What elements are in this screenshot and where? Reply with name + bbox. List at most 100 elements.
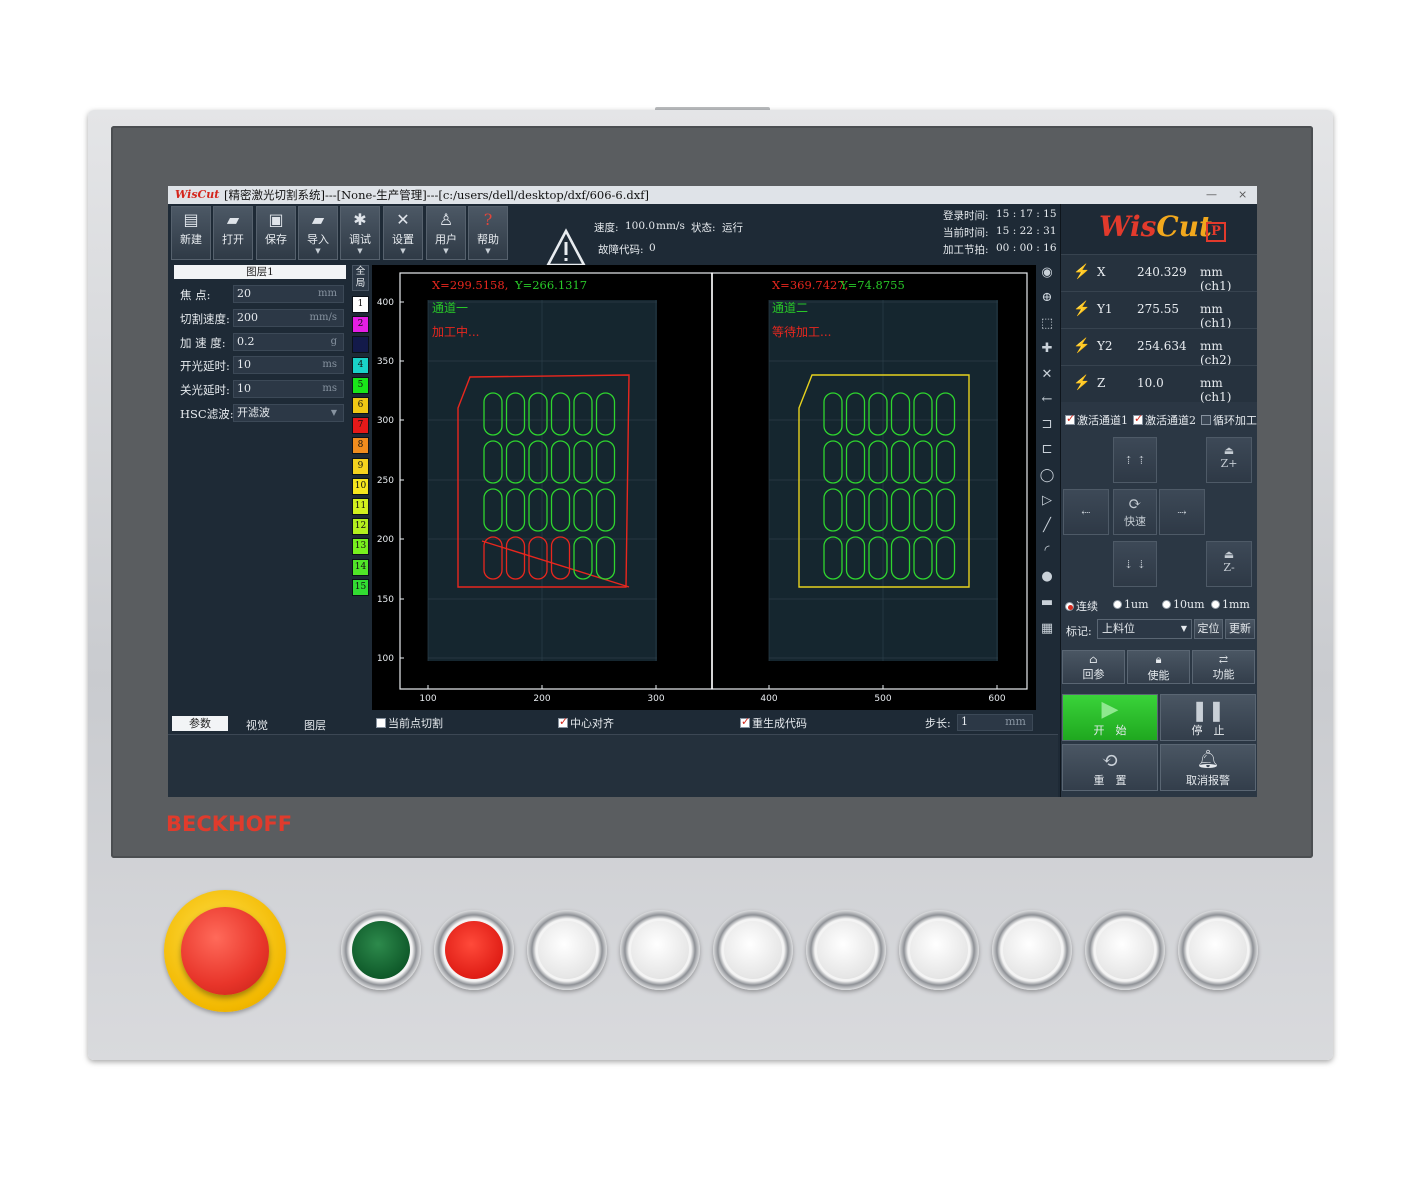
cut-speed-field[interactable]: 200 mm/s <box>233 309 344 327</box>
loop-process-checkbox[interactable]: 循环加工 <box>1201 412 1257 428</box>
settings-button[interactable]: ✕ 设置 ▼ <box>383 206 423 260</box>
mode-1mm-radio[interactable]: 1mm <box>1211 598 1250 611</box>
layer-swatch[interactable]: 4 <box>352 356 369 374</box>
debug-button[interactable]: ✱ 调试 ▼ <box>340 206 380 260</box>
parameter-panel: 图层1 焦 点: 20 mm 切割速度: 200 mm/s 加 速 度: 0.2 g … <box>168 264 350 714</box>
layer-swatch[interactable]: 14 <box>352 558 369 576</box>
layer-swatch[interactable]: 10 <box>352 477 369 495</box>
layer-swatch[interactable]: 9 <box>352 457 369 475</box>
locate-button[interactable]: 定位 <box>1194 619 1223 639</box>
zoom-in-icon[interactable]: ⊕ <box>1038 289 1056 307</box>
tab-layers[interactable]: 图层 <box>304 717 326 733</box>
tab-params[interactable]: 参数 <box>172 716 228 731</box>
layer-swatch[interactable]: 13 <box>352 538 369 556</box>
new-button[interactable]: ▤ 新建 <box>171 206 211 260</box>
left-coord-x: X=299.5158, <box>432 278 508 292</box>
arc-icon[interactable]: ◜ <box>1038 542 1056 560</box>
hardware-white-button-6[interactable] <box>992 910 1072 990</box>
layer-swatch[interactable]: 15 <box>352 578 369 596</box>
open-button[interactable]: ▰ 打开 <box>213 206 253 260</box>
laser-on-delay-field[interactable]: 10 ms <box>233 356 344 374</box>
close-button[interactable]: × <box>1238 186 1247 204</box>
new-file-icon: ▤ <box>183 210 199 229</box>
circle-icon[interactable]: ● <box>1038 568 1056 586</box>
hardware-white-button-5[interactable] <box>899 910 979 990</box>
layer-swatch[interactable]: 6 <box>352 397 369 414</box>
stop-button[interactable]: ❚❚ 停 止 <box>1160 694 1256 741</box>
reset-button[interactable]: ⟲ 重 置 <box>1062 744 1158 791</box>
arrow-left-icon[interactable]: ← <box>1038 391 1056 409</box>
laser-off-delay-field[interactable]: 10 ms <box>233 380 344 398</box>
layer-swatch[interactable]: 1 <box>352 296 369 313</box>
mark-select[interactable]: 上料位 ▼ <box>1097 619 1192 639</box>
tab-vision[interactable]: 视觉 <box>246 717 268 733</box>
right-coord-y: Y=74.8755 <box>839 278 905 292</box>
dropdown-arrow-icon: ▼ <box>485 247 491 255</box>
line-icon[interactable]: ╱ <box>1038 517 1056 535</box>
activate-channel-2-checkbox[interactable]: 激活通道2 <box>1133 412 1196 428</box>
function-button[interactable]: ⇄ 功能 <box>1192 650 1255 684</box>
layer-title: 图层1 <box>174 265 346 279</box>
point-cut-checkbox[interactable]: 当前点切割 <box>376 715 443 731</box>
import-button[interactable]: ▰ 导入 ▼ <box>298 206 338 260</box>
jog-fast-button[interactable]: ⟳ 快速 <box>1113 489 1157 535</box>
play-outline-icon[interactable]: ▷ <box>1038 492 1056 510</box>
acceleration-field[interactable]: 0.2 g <box>233 333 344 351</box>
select-box-icon[interactable]: ⬚ <box>1038 315 1056 333</box>
title-bar: WisCut [精密激光切割系统]---[None-生产管理]---[c:/us… <box>168 186 1257 204</box>
hardware-white-button-1[interactable] <box>527 910 607 990</box>
lightning-icon: ⚡ <box>1073 338 1091 354</box>
center-align-checkbox[interactable]: 中心对齐 <box>558 715 614 731</box>
jog-z-minus-button[interactable]: ⏏ Z- <box>1206 541 1252 587</box>
mode-1um-radio[interactable]: 1um <box>1113 598 1149 611</box>
activate-channel-1-checkbox[interactable]: 激活通道1 <box>1065 412 1128 428</box>
zoom-out-icon[interactable]: ◉ <box>1038 264 1056 282</box>
hardware-white-button-4[interactable] <box>806 910 886 990</box>
emergency-stop-button[interactable] <box>181 907 269 995</box>
rectangle-icon[interactable]: ▬ <box>1038 594 1056 612</box>
bracket-icon[interactable]: ⊐ <box>1038 416 1056 434</box>
global-layer-button[interactable]: 全局 <box>352 265 369 291</box>
layer-swatch[interactable]: 8 <box>352 437 369 455</box>
layer-swatch[interactable]: 2 <box>352 316 369 334</box>
help-button[interactable]: ? 帮助 ▼ <box>468 206 508 260</box>
hsc-filter-select[interactable]: 开滤波 ▼ <box>233 404 344 422</box>
grid-icon[interactable]: ▦ <box>1038 620 1056 638</box>
layer-swatch[interactable]: 11 <box>352 498 369 515</box>
regen-code-checkbox[interactable]: 重生成代码 <box>740 715 807 731</box>
hardware-white-button-8[interactable] <box>1178 910 1258 990</box>
save-button[interactable]: ▣ 保存 <box>256 206 296 260</box>
minimize-button[interactable]: — <box>1206 186 1217 204</box>
rotate-icon[interactable]: ◯ <box>1038 467 1056 485</box>
hardware-white-button-2[interactable] <box>620 910 700 990</box>
layer-swatch[interactable]: 5 <box>352 376 369 394</box>
user-button[interactable]: ♙ 用户 ▼ <box>426 206 466 260</box>
jog-right-button[interactable]: ⇢ <box>1159 489 1205 535</box>
mode-continuous-radio[interactable]: 连续 <box>1065 598 1098 614</box>
hardware-white-button-7[interactable] <box>1085 910 1165 990</box>
home-button[interactable]: ⌂ 回参 <box>1062 650 1125 684</box>
layer-swatch[interactable]: 12 <box>352 518 369 536</box>
move-icon[interactable]: ✚ <box>1038 340 1056 358</box>
hardware-green-button[interactable] <box>341 910 421 990</box>
start-button[interactable]: ▶ 开 始 <box>1062 694 1158 741</box>
cross-icon[interactable]: ✕ <box>1038 366 1056 384</box>
mode-10um-radio[interactable]: 10um <box>1162 598 1205 611</box>
jog-z-plus-button[interactable]: ⏏ Z+ <box>1206 437 1252 483</box>
cancel-alarm-button[interactable]: 🔔︎ 取消报警 <box>1160 744 1256 791</box>
jog-up-button[interactable]: ⇡ ⇡ <box>1113 437 1157 483</box>
dropdown-arrow-icon: ▼ <box>400 247 406 255</box>
enable-button[interactable]: 🔒︎ 使能 <box>1127 650 1190 684</box>
jog-left-button[interactable]: ⇠ <box>1063 489 1109 535</box>
bracket-open-icon[interactable]: ⊏ <box>1038 441 1056 459</box>
alarm-bell-icon: 🔔︎ <box>1196 749 1220 770</box>
step-input[interactable]: 1 mm <box>957 714 1033 731</box>
hardware-white-button-3[interactable] <box>713 910 793 990</box>
layer-swatch[interactable]: 7 <box>352 417 369 435</box>
update-button[interactable]: 更新 <box>1225 619 1255 639</box>
jog-down-button[interactable]: ⇣ ⇣ <box>1113 541 1157 587</box>
help-icon: ? <box>483 210 493 229</box>
focus-field[interactable]: 20 mm <box>233 285 344 303</box>
hardware-red-button[interactable] <box>434 910 514 990</box>
layer-swatch[interactable] <box>352 336 369 354</box>
